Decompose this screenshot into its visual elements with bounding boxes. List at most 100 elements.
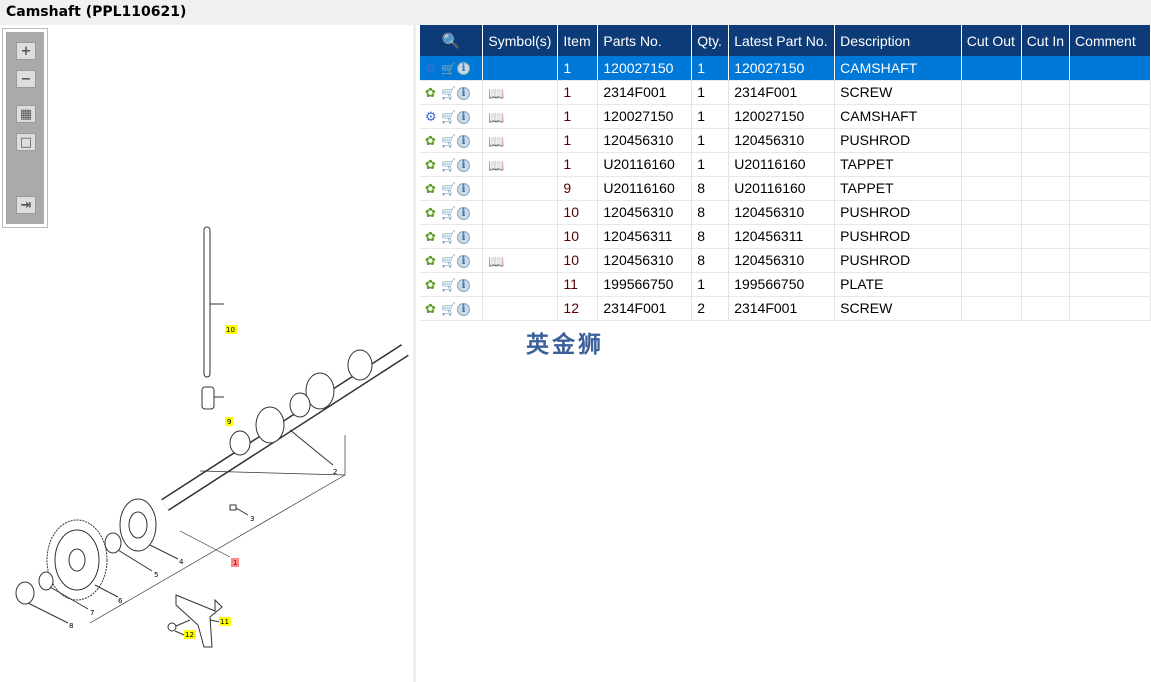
qty-cell: 8 [691, 248, 730, 273]
cut-in-cell [1021, 176, 1071, 201]
gear-icon: ✿ [425, 205, 436, 221]
column-header[interactable]: Comment [1069, 25, 1151, 56]
callout-11[interactable]: 11 [220, 618, 229, 626]
callout-7[interactable]: 7 [90, 609, 94, 617]
book-search-icon[interactable]: 📖 [488, 86, 504, 101]
table-row[interactable]: ✿ 🛒 i 📖 1 2314F001 1 2314F001 SCREW [420, 80, 1151, 105]
item-cell: 1 [557, 56, 599, 81]
table-row[interactable]: ✿ 🛒 i 10 120456310 8 120456310 PUSHROD [420, 200, 1151, 225]
table-row[interactable]: ✿ 🛒 i 10 120456311 8 120456311 PUSHROD [420, 224, 1151, 249]
column-header[interactable]: Item [557, 25, 599, 56]
table-row[interactable]: ✿ 🛒 i 9 U20116160 8 U20116160 TAPPET [420, 176, 1151, 201]
column-header[interactable]: Latest Part No. [728, 25, 836, 56]
cart-icon[interactable]: 🛒 [441, 254, 456, 268]
cart-icon[interactable]: 🛒 [441, 230, 456, 244]
callout-8[interactable]: 8 [69, 622, 73, 630]
cart-icon[interactable]: 🛒 [441, 134, 456, 148]
zoom-in-button[interactable]: + [16, 42, 36, 60]
cart-icon[interactable]: 🛒 [441, 206, 456, 220]
exploded-diagram: 10 9 2 3 1 4 5 6 7 8 11 12 [15, 226, 409, 648]
table-row[interactable]: ✿ 🛒 i 📖 1 U20116160 1 U20116160 TAPPET [420, 152, 1151, 177]
info-icon[interactable]: i [457, 182, 470, 196]
latest-part-cell: U20116160 [728, 152, 836, 177]
cut-out-cell [961, 56, 1022, 81]
symbols-cell: 📖 [482, 104, 559, 129]
callout-10[interactable]: 10 [226, 326, 235, 334]
cart-icon[interactable]: 🛒 [441, 158, 456, 172]
comment-cell [1069, 128, 1151, 153]
info-icon[interactable]: i [457, 110, 470, 124]
column-header[interactable]: Cut In [1021, 25, 1071, 56]
fit-all-button[interactable]: ▦ [16, 105, 36, 123]
cart-icon[interactable]: 🛒 [441, 302, 456, 316]
side-panel-button[interactable]: ⇥ [16, 196, 36, 214]
row-actions: ✿ 🛒 i [420, 248, 484, 273]
gear-icon: ✿ [425, 85, 436, 101]
column-header[interactable]: Cut Out [961, 25, 1022, 56]
magnifier-icon: 🔍 [441, 32, 461, 50]
column-header[interactable]: Description [834, 25, 962, 56]
zoom-to-part-header[interactable]: 🔍 [420, 25, 484, 56]
gear-icon: ✿ [425, 181, 436, 197]
diagram-panel[interactable]: + − ▦ □ ⇥ 10 9 2 3 1 4 5 6 7 8 11 12 [0, 25, 416, 682]
part-number-cell: U20116160 [597, 176, 693, 201]
cart-icon[interactable]: 🛒 [441, 182, 456, 196]
book-search-icon[interactable]: 📖 [488, 254, 504, 269]
comment-cell [1069, 296, 1151, 321]
callout-1[interactable]: 1 [233, 559, 237, 567]
cart-icon[interactable]: 🛒 [441, 86, 456, 100]
item-cell: 1 [557, 128, 599, 153]
info-icon[interactable]: i [457, 302, 470, 316]
latest-part-cell: 120456310 [728, 248, 836, 273]
fit-page-button[interactable]: □ [16, 133, 36, 151]
qty-cell: 1 [691, 152, 730, 177]
column-header[interactable]: Qty. [691, 25, 730, 56]
info-icon[interactable]: i [457, 158, 470, 172]
info-icon[interactable]: i [457, 206, 470, 220]
symbols-cell [482, 176, 559, 201]
info-icon[interactable]: i [457, 86, 470, 100]
callout-4[interactable]: 4 [179, 558, 184, 566]
callout-5[interactable]: 5 [154, 571, 158, 579]
description-cell: PUSHROD [834, 248, 962, 273]
zoom-out-button[interactable]: − [16, 70, 36, 88]
latest-part-cell: U20116160 [728, 176, 836, 201]
latest-part-cell: 120456310 [728, 128, 836, 153]
book-search-icon[interactable]: 📖 [488, 158, 504, 173]
cut-in-cell [1021, 128, 1071, 153]
cart-icon[interactable]: 🛒 [441, 278, 456, 292]
callout-2[interactable]: 2 [333, 468, 337, 476]
cut-out-cell [961, 224, 1022, 249]
info-icon[interactable]: i [457, 62, 470, 76]
info-icon[interactable]: i [457, 230, 470, 244]
callout-3[interactable]: 3 [250, 515, 254, 523]
table-row[interactable]: ✿ 🛒 i 11 199566750 1 199566750 PLATE [420, 272, 1151, 297]
symbols-cell: 📖 [482, 248, 559, 273]
info-icon[interactable]: i [457, 278, 470, 292]
callout-12[interactable]: 12 [185, 631, 194, 639]
book-search-icon[interactable]: 📖 [488, 110, 504, 125]
column-header[interactable]: Parts No. [597, 25, 693, 56]
row-actions: ✿ 🛒 i [420, 224, 484, 249]
cut-out-cell [961, 248, 1022, 273]
table-row[interactable]: ✿ 🛒 i 📖 10 120456310 8 120456310 PUSHROD [420, 248, 1151, 273]
table-row[interactable]: ✿ 🛒 i 📖 1 120456310 1 120456310 PUSHROD [420, 128, 1151, 153]
info-icon[interactable]: i [457, 254, 470, 268]
qty-cell: 1 [691, 128, 730, 153]
cart-icon[interactable]: 🛒 [441, 110, 456, 124]
callout-6[interactable]: 6 [118, 597, 123, 605]
info-icon[interactable]: i [457, 134, 470, 148]
table-row[interactable]: ⚙ 🛒 i 1 120027150 1 120027150 CAMSHAFT [420, 56, 1151, 81]
table-row[interactable]: ⚙ 🛒 i 📖 1 120027150 1 120027150 CAMSHAFT [420, 104, 1151, 129]
item-cell: 1 [557, 104, 599, 129]
part-number-cell: 120456310 [597, 200, 693, 225]
comment-cell [1069, 176, 1151, 201]
book-search-icon[interactable]: 📖 [488, 134, 504, 149]
cart-icon[interactable]: 🛒 [441, 62, 456, 76]
description-cell: PUSHROD [834, 200, 962, 225]
column-header[interactable]: Symbol(s) [482, 25, 559, 56]
symbols-cell: 📖 [482, 152, 559, 177]
table-row[interactable]: ✿ 🛒 i 12 2314F001 2 2314F001 SCREW [420, 296, 1151, 321]
callout-9[interactable]: 9 [227, 418, 231, 426]
assembly-gears-icon: ⚙ [425, 60, 437, 76]
